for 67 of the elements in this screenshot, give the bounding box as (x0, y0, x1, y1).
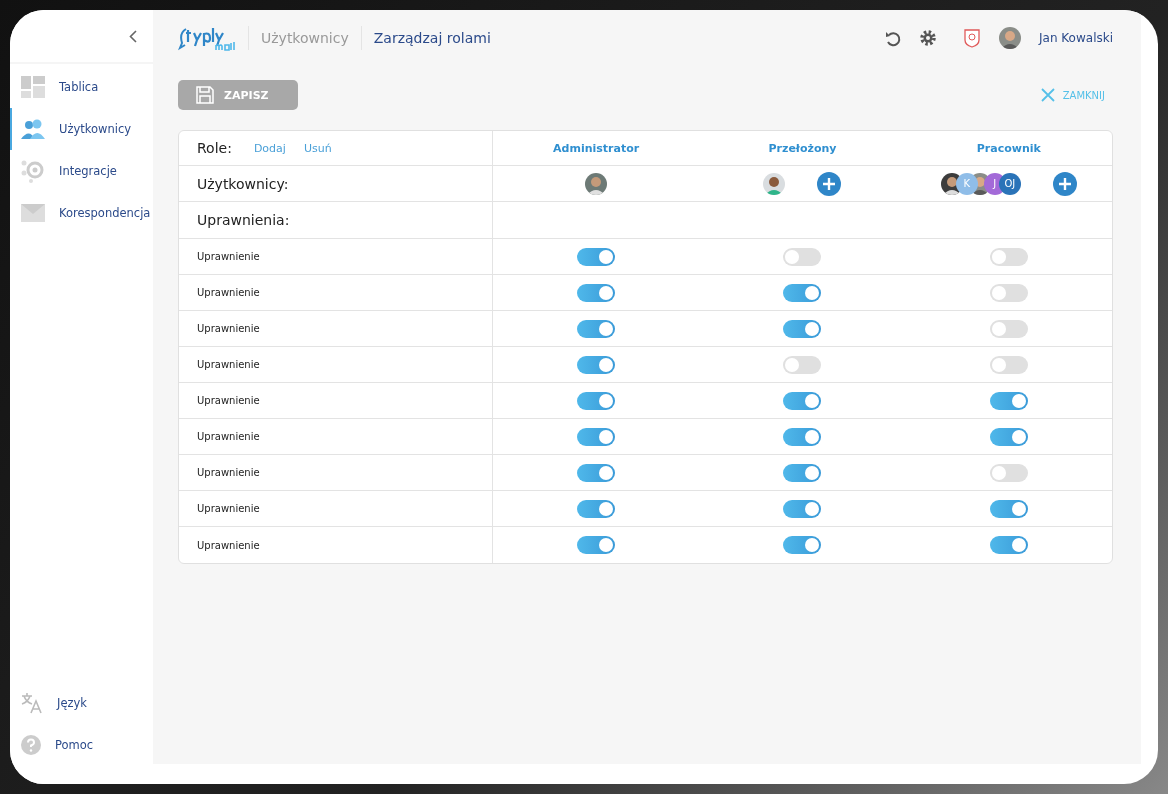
permission-toggle[interactable] (989, 427, 1028, 446)
permission-name: Uprawnienie (197, 539, 260, 551)
permission-toggle[interactable] (783, 355, 822, 374)
permission-toggle[interactable] (577, 427, 616, 446)
role-name: Przełożony (768, 141, 837, 155)
permission-toggle[interactable] (577, 355, 616, 374)
sidebar-item[interactable]: Integracje (10, 150, 153, 192)
permission-toggle[interactable] (577, 283, 616, 302)
role-name: Administrator (553, 141, 640, 155)
permission-name: Uprawnienie (197, 395, 260, 406)
permission-name: Uprawnienie (197, 287, 260, 298)
permission-toggle[interactable] (989, 319, 1028, 338)
permission-name: Uprawnienie (197, 251, 260, 262)
permission-toggle[interactable] (783, 283, 822, 302)
breadcrumb-link[interactable]: Zarządzaj rolami (360, 26, 503, 50)
undo-icon[interactable] (885, 29, 902, 47)
permission-toggle[interactable] (989, 247, 1028, 266)
close-icon (1040, 88, 1055, 102)
permission-toggle[interactable] (989, 499, 1028, 518)
mail-icon (21, 204, 45, 222)
chevron-left-icon[interactable] (129, 29, 137, 43)
user-name[interactable]: Jan Kowalski (1039, 31, 1113, 45)
permission-name: Uprawnienie (197, 467, 260, 478)
permission-toggle[interactable] (783, 536, 822, 554)
permissions-label: Uprawnienia: (197, 212, 290, 228)
logo-drawing (178, 25, 236, 51)
floppy-icon (196, 86, 214, 104)
permission-toggle[interactable] (577, 536, 616, 554)
roles-label: Role: (197, 140, 232, 156)
permission-toggle[interactable] (783, 463, 822, 482)
translate-icon (21, 692, 43, 714)
permission-name: Uprawnienie (197, 503, 260, 514)
permission-toggle[interactable] (577, 319, 616, 338)
permission-name: Uprawnienie (197, 323, 260, 334)
sidebar-item[interactable]: Korespondencja (10, 192, 153, 234)
permission-toggle[interactable] (783, 247, 822, 266)
permission-toggle[interactable] (989, 391, 1028, 410)
user-avatar: OJ (998, 172, 1021, 195)
permission-toggle[interactable] (989, 463, 1028, 482)
shield-icon (963, 28, 982, 48)
integrations-icon (21, 159, 45, 183)
dashboard-icon (21, 76, 45, 98)
users-label: Użytkownicy: (197, 175, 289, 192)
sidebar-item[interactable]: Język (10, 682, 153, 724)
sidebar-item[interactable]: Tablica (10, 66, 153, 108)
plus-icon (822, 176, 837, 191)
permission-toggle[interactable] (783, 499, 822, 518)
permission-name: Uprawnienie (197, 431, 260, 442)
permission-toggle[interactable] (783, 427, 822, 446)
help-icon (21, 735, 41, 755)
permission-toggle[interactable] (783, 319, 822, 338)
add-user-button[interactable] (817, 171, 842, 196)
settings-icon[interactable] (919, 29, 938, 47)
permission-name: Uprawnienie (197, 359, 260, 370)
permission-toggle[interactable] (989, 355, 1028, 374)
permission-toggle[interactable] (783, 391, 822, 410)
permission-toggle[interactable] (989, 283, 1028, 302)
role-name: Pracownik (976, 141, 1041, 155)
permission-toggle[interactable] (577, 391, 616, 410)
permission-toggle[interactable] (989, 536, 1028, 554)
permission-toggle[interactable] (577, 463, 616, 482)
permission-toggle[interactable] (577, 499, 616, 518)
add-user-button[interactable] (1052, 171, 1077, 196)
users-icon (21, 119, 45, 139)
sidebar-item[interactable]: Pomoc (10, 724, 153, 766)
permission-toggle[interactable] (577, 247, 616, 266)
plus-icon (1057, 176, 1072, 191)
